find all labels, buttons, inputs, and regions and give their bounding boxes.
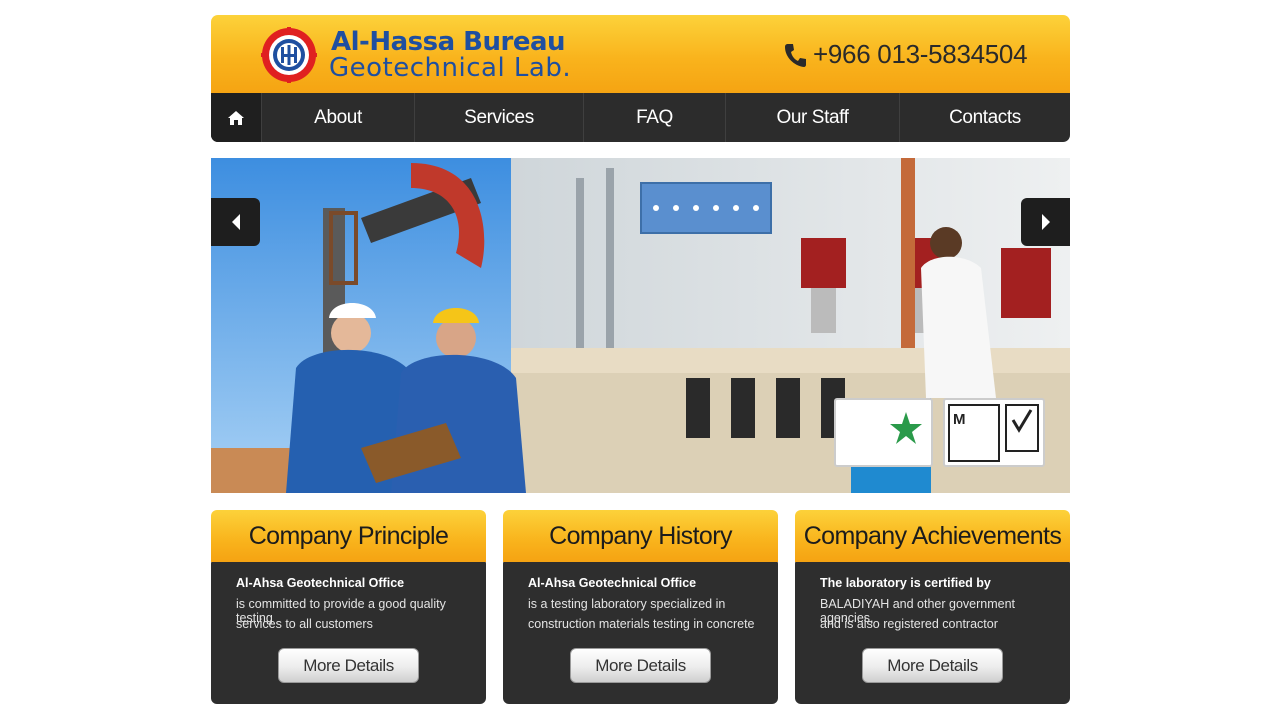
company-emblem-icon[interactable] <box>261 27 317 83</box>
company-history-box: Al-Ahsa Geotechnical Office is a testing… <box>503 510 778 704</box>
box-title: Company Principle <box>248 521 449 550</box>
more-details-button[interactable]: More Details <box>862 648 1003 683</box>
slide-image: M <box>211 158 1070 493</box>
box-text-line: services to all customers <box>236 617 373 631</box>
more-details-button[interactable]: More Details <box>278 648 419 683</box>
svg-text:M: M <box>953 411 966 428</box>
box-lead: The laboratory is certified by <box>820 576 991 590</box>
nav-contacts[interactable]: Contacts <box>899 93 1070 142</box>
home-icon <box>228 110 244 125</box>
company-achievements-box: The laboratory is certified by BALADIYAH… <box>795 510 1070 704</box>
nav-services[interactable]: Services <box>414 93 583 142</box>
box-title: Company History <box>549 521 732 550</box>
box-body: The laboratory is certified by BALADIYAH… <box>795 558 1070 704</box>
phone-number[interactable]: +966 013-5834504 <box>813 39 1028 70</box>
box-lead: Al-Ahsa Geotechnical Office <box>528 576 697 590</box>
nav-about[interactable]: About <box>261 93 414 142</box>
box-lead: Al-Ahsa Geotechnical Office <box>236 576 405 590</box>
box-title: Company Achievements <box>803 521 1062 550</box>
box-body: Al-Ahsa Geotechnical Office is a testing… <box>503 558 778 704</box>
more-details-button[interactable]: More Details <box>570 648 711 683</box>
nav-faq[interactable]: FAQ <box>583 93 725 142</box>
box-header: Company History <box>503 510 778 562</box>
slider-prev-button[interactable] <box>211 198 260 246</box>
box-body: Al-Ahsa Geotechnical Office is committed… <box>211 558 486 704</box>
box-header: Company Principle <box>211 510 486 562</box>
nav-home[interactable] <box>211 93 261 142</box>
box-header: Company Achievements <box>795 510 1070 562</box>
chevron-left-icon <box>231 214 240 230</box>
box-text-line: and is also registered contractor <box>820 617 998 631</box>
chevron-right-icon <box>1041 214 1050 230</box>
company-principle-box: Al-Ahsa Geotechnical Office is committed… <box>211 510 486 704</box>
hero-slider[interactable]: M <box>211 158 1070 493</box>
nav-our-staff[interactable]: Our Staff <box>725 93 899 142</box>
brand-subtitle[interactable]: Geotechnical Lab. <box>329 53 571 83</box>
site-header: Al-Hassa Bureau Geotechnical Lab. +966 0… <box>211 15 1070 95</box>
main-nav: About Services FAQ Our Staff Contacts <box>211 93 1070 142</box>
slider-next-button[interactable] <box>1021 198 1070 246</box>
box-text-line: construction materials testing in concre… <box>528 617 755 631</box>
phone-icon <box>785 44 806 67</box>
box-text-line: is a testing laboratory specialized in <box>528 597 726 611</box>
